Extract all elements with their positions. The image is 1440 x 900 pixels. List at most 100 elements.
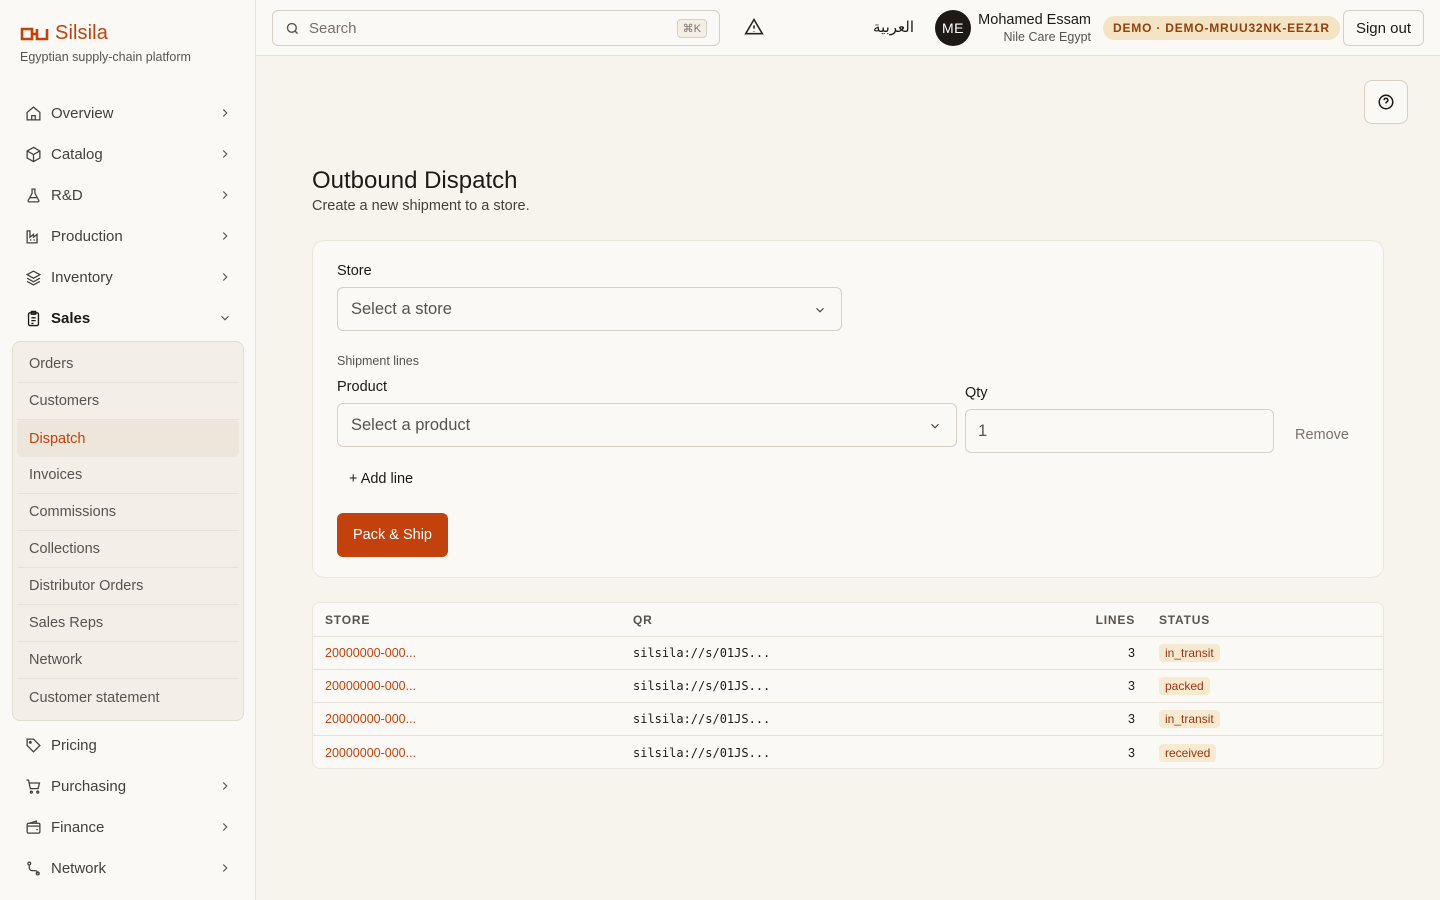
chevron-down-icon [816, 307, 824, 313]
chevron-right-icon [222, 864, 228, 872]
table-row: 20000000-000... silsila://s/01JS... 3 in… [313, 637, 1383, 670]
subnav-item-collections[interactable]: Collections [17, 531, 239, 568]
table-row: 20000000-000... silsila://s/01JS... 3 in… [313, 703, 1383, 736]
chevron-right-icon [222, 823, 228, 831]
remove-line-button[interactable]: Remove [1295, 427, 1349, 443]
alert-triangle-icon[interactable] [744, 17, 764, 37]
user-info: Mohamed Essam Nile Care Egypt [978, 12, 1091, 44]
sidebar-item-inventory[interactable]: Inventory [12, 257, 244, 298]
status-badge: in_transit [1159, 644, 1220, 662]
search-box[interactable]: ⌘K [272, 10, 720, 46]
status-badge: received [1159, 743, 1217, 762]
brand-name: Silsila [55, 22, 108, 44]
route-icon [24, 860, 42, 878]
user-org: Nile Care Egypt [1003, 30, 1091, 44]
subnav-item-orders[interactable]: Orders [17, 346, 239, 383]
cart-icon [24, 778, 42, 796]
chevron-down-icon [931, 423, 939, 429]
demo-badge: DEMO · DEMO-MRUU32NK-EEZ1R [1103, 16, 1340, 40]
sidebar-item-label: Inventory [51, 269, 113, 286]
wallet-icon [24, 819, 42, 837]
shipments-table: STORE QR LINES STATUS 20000000-000... si… [312, 602, 1384, 769]
sidebar-item-network[interactable]: Network [12, 848, 244, 889]
subnav-item-customer-statement[interactable]: Customer statement [17, 679, 239, 716]
subnav-item-customers[interactable]: Customers [17, 383, 239, 420]
column-header-store: STORE [325, 612, 371, 627]
chevron-right-icon [222, 232, 228, 240]
qty-input[interactable] [965, 409, 1274, 453]
lines-cell: 3 [1128, 646, 1135, 660]
pack-and-ship-button[interactable]: Pack & Ship [337, 513, 448, 557]
sidebar-item-purchasing[interactable]: Purchasing [12, 766, 244, 807]
table-row: 20000000-000... silsila://s/01JS... 3 pa… [313, 670, 1383, 703]
store-link[interactable]: 20000000-000... [325, 679, 416, 693]
store-select[interactable]: Select a store [337, 287, 842, 331]
product-label: Product [337, 379, 387, 395]
store-select-value: Select a store [351, 299, 452, 318]
lines-cell: 3 [1128, 712, 1135, 726]
product-select-value: Select a product [351, 415, 471, 434]
factory-icon [24, 228, 42, 246]
sign-out-button[interactable]: Sign out [1342, 10, 1424, 46]
sidebar-item-label: Production [51, 228, 123, 245]
clipboard-icon [24, 310, 42, 328]
chevron-right-icon [222, 109, 228, 117]
flask-icon [24, 187, 42, 205]
subnav-item-sales-reps[interactable]: Sales Reps [17, 605, 239, 642]
table-header: STORE QR LINES STATUS [313, 603, 1383, 637]
column-header-lines: LINES [1095, 612, 1135, 627]
subnav-item-distributor-orders[interactable]: Distributor Orders [17, 568, 239, 605]
sidebar-item-label: Overview [51, 105, 114, 122]
subnav-item-network[interactable]: Network [17, 642, 239, 679]
tag-icon [24, 737, 42, 755]
sidebar-item-label: Catalog [51, 146, 103, 163]
sidebar-item-label: Network [51, 860, 107, 877]
store-label: Store [337, 263, 372, 279]
chevron-down-icon [221, 315, 229, 321]
sidebar-item-overview[interactable]: Overview [12, 93, 244, 134]
status-badge: packed [1159, 677, 1210, 695]
column-header-qr: QR [633, 612, 653, 627]
sales-subnav: Orders Customers Dispatch Invoices Commi… [12, 341, 244, 721]
chevron-right-icon [222, 273, 228, 281]
page-title: Outbound Dispatch [312, 167, 518, 194]
language-switch[interactable]: العربية [873, 18, 914, 36]
sidebar-item-label: Pricing [51, 737, 97, 754]
chevron-right-icon [222, 150, 228, 158]
store-link[interactable]: 20000000-000... [325, 712, 416, 726]
store-link[interactable]: 20000000-000... [325, 746, 416, 760]
subnav-item-invoices[interactable]: Invoices [17, 457, 239, 494]
chain-logo-icon [20, 27, 49, 40]
sidebar-item-pricing[interactable]: Pricing [12, 725, 244, 766]
sidebar-item-finance[interactable]: Finance [12, 807, 244, 848]
search-icon [286, 22, 298, 34]
search-input[interactable] [309, 19, 677, 37]
qr-cell: silsila://s/01JS... [633, 679, 771, 693]
chevron-right-icon [222, 782, 228, 790]
layers-icon [24, 269, 42, 287]
sidebar-item-sales[interactable]: Sales [12, 298, 244, 339]
brand-tagline: Egyptian supply-chain platform [20, 50, 191, 64]
sidebar-item-production[interactable]: Production [12, 216, 244, 257]
status-badge: in_transit [1159, 710, 1220, 728]
add-line-button[interactable]: + Add line [349, 471, 413, 487]
help-button[interactable] [1364, 80, 1408, 124]
subnav-item-dispatch[interactable]: Dispatch [17, 420, 239, 457]
page-subtitle: Create a new shipment to a store. [312, 198, 530, 214]
sidebar-item-label: Purchasing [51, 778, 127, 795]
sidebar-item-catalog[interactable]: Catalog [12, 134, 244, 175]
qty-label: Qty [965, 385, 988, 401]
store-link[interactable]: 20000000-000... [325, 646, 416, 660]
subnav-item-commissions[interactable]: Commissions [17, 494, 239, 531]
lines-cell: 3 [1128, 679, 1135, 693]
qr-cell: silsila://s/01JS... [633, 646, 771, 660]
avatar[interactable]: ME [935, 10, 971, 46]
column-header-status: STATUS [1159, 612, 1211, 627]
sidebar-item-rnd[interactable]: R&D [12, 175, 244, 216]
sidebar: Silsila Egyptian supply-chain platform O… [0, 0, 256, 900]
table-row: 20000000-000... silsila://s/01JS... 3 re… [313, 736, 1383, 768]
qr-cell: silsila://s/01JS... [633, 712, 771, 726]
user-name: Mohamed Essam [978, 12, 1091, 28]
search-shortcut: ⌘K [676, 18, 707, 38]
product-select[interactable]: Select a product [337, 403, 957, 447]
